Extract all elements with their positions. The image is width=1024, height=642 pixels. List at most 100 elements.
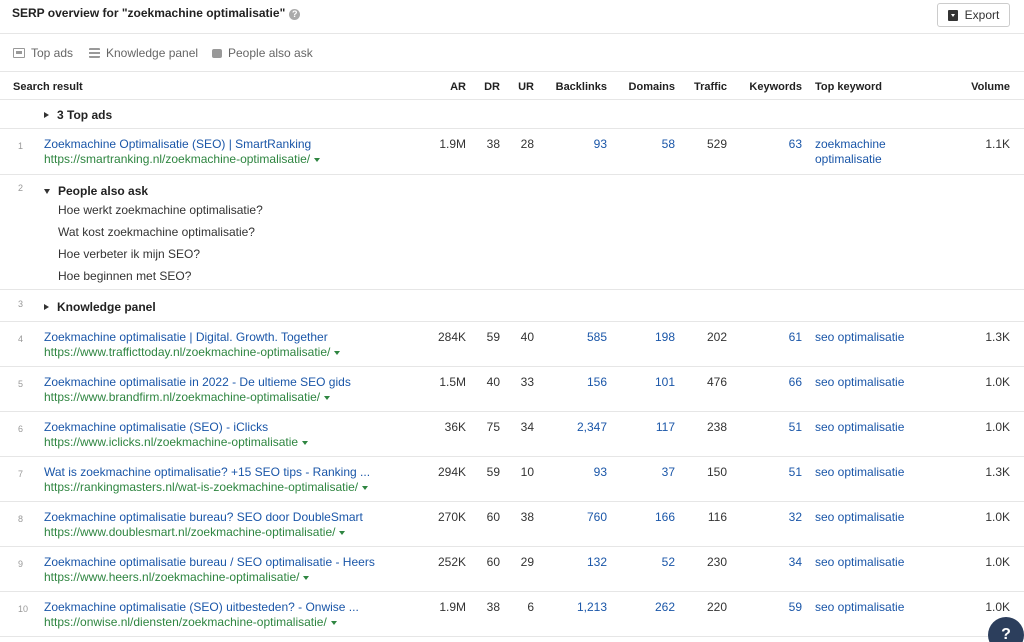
- domains-link[interactable]: 101: [612, 375, 675, 389]
- chevron-down-icon[interactable]: [303, 576, 310, 580]
- keywords-link[interactable]: 32: [732, 510, 802, 524]
- col-domains[interactable]: Domains: [612, 81, 675, 93]
- result-url[interactable]: https://www.brandfirm.nl/zoekmachine-opt…: [44, 390, 331, 404]
- backlinks-link[interactable]: 1,213: [540, 600, 607, 614]
- result-title-link[interactable]: Zoekmachine optimalisatie in 2022 - De u…: [44, 375, 351, 389]
- result-url[interactable]: https://www.heers.nl/zoekmachine-optimal…: [44, 570, 310, 584]
- ur-value: 28: [520, 137, 534, 151]
- chevron-down-icon[interactable]: [302, 441, 309, 445]
- keywords-link[interactable]: 66: [732, 375, 802, 389]
- top-keyword-link[interactable]: seo optimalisatie: [815, 330, 904, 344]
- keywords-link[interactable]: 63: [732, 137, 802, 151]
- question-item[interactable]: Hoe beginnen met SEO?: [58, 269, 191, 283]
- filter-top-ads[interactable]: Top ads: [13, 46, 73, 60]
- keywords-link[interactable]: 59: [732, 600, 802, 614]
- row-index: 10: [18, 604, 29, 614]
- question-item[interactable]: Wat kost zoekmachine optimalisatie?: [58, 225, 255, 239]
- domains-link[interactable]: 262: [612, 600, 675, 614]
- chat-icon: [212, 48, 222, 58]
- col-traffic[interactable]: Traffic: [680, 81, 727, 93]
- filter-people-also-ask[interactable]: People also ask: [212, 46, 313, 60]
- ur-value: 29: [520, 555, 534, 569]
- question-item[interactable]: Hoe verbeter ik mijn SEO?: [58, 247, 200, 261]
- result-title-link[interactable]: Wat is zoekmachine optimalisatie? +15 SE…: [44, 465, 370, 479]
- backlinks-link[interactable]: 156: [540, 375, 607, 389]
- backlinks-link[interactable]: 132: [540, 555, 607, 569]
- ar-value: 252K: [437, 555, 466, 569]
- ur-value: 40: [520, 330, 534, 344]
- knowledge-panel-row[interactable]: 3 Knowledge panel: [0, 290, 1024, 322]
- chevron-down-icon[interactable]: [324, 396, 331, 400]
- result-url[interactable]: https://onwise.nl/diensten/zoekmachine-o…: [44, 615, 337, 629]
- col-volume[interactable]: Volume: [950, 81, 1010, 93]
- keywords-link[interactable]: 61: [732, 330, 802, 344]
- col-backlinks[interactable]: Backlinks: [540, 81, 607, 93]
- traffic-value: 202: [706, 330, 727, 344]
- top-ads-row[interactable]: 3 Top ads: [0, 100, 1024, 129]
- top-keyword-link[interactable]: seo optimalisatie: [815, 600, 904, 614]
- row-index: 8: [18, 514, 24, 524]
- result-title-link[interactable]: Zoekmachine optimalisatie bureau? SEO do…: [44, 510, 363, 524]
- chevron-down-icon[interactable]: [330, 621, 337, 625]
- domains-link[interactable]: 198: [612, 330, 675, 344]
- result-title-link[interactable]: Zoekmachine optimalisatie (SEO) uitbeste…: [44, 600, 359, 614]
- chevron-down-icon[interactable]: [334, 351, 341, 355]
- domains-link[interactable]: 37: [612, 465, 675, 479]
- result-title-link[interactable]: Zoekmachine Optimalisatie (SEO) | SmartR…: [44, 137, 311, 151]
- col-dr[interactable]: DR: [470, 81, 500, 93]
- domains-link[interactable]: 52: [612, 555, 675, 569]
- row-index: 1: [18, 141, 24, 151]
- keywords-link[interactable]: 34: [732, 555, 802, 569]
- result-title-link[interactable]: Zoekmachine optimalisatie bureau / SEO o…: [44, 555, 375, 569]
- result-url[interactable]: https://www.iclicks.nl/zoekmachine-optim…: [44, 435, 309, 449]
- result-title-link[interactable]: Zoekmachine optimalisatie (SEO) - iClick…: [44, 420, 268, 434]
- col-search-result[interactable]: Search result: [13, 81, 83, 93]
- result-url[interactable]: https://rankingmasters.nl/wat-is-zoekmac…: [44, 480, 369, 494]
- domains-link[interactable]: 117: [612, 420, 675, 434]
- ur-value: 34: [520, 420, 534, 434]
- keywords-link[interactable]: 51: [732, 465, 802, 479]
- table-row: 8 Zoekmachine optimalisatie bureau? SEO d…: [0, 502, 1024, 547]
- chevron-down-icon[interactable]: [362, 486, 369, 490]
- top-keyword-link[interactable]: zoekmachine optimalisatie: [815, 137, 915, 167]
- result-url-text: https://www.heers.nl/zoekmachine-optimal…: [44, 570, 300, 584]
- domains-link[interactable]: 166: [612, 510, 675, 524]
- result-title-link[interactable]: Zoekmachine optimalisatie | Digital. Gro…: [44, 330, 328, 344]
- filter-label: Top ads: [31, 46, 74, 60]
- keywords-link[interactable]: 51: [732, 420, 802, 434]
- knowledge-panel-toggle[interactable]: Knowledge panel: [44, 300, 156, 314]
- top-keyword-link[interactable]: seo optimalisatie: [815, 465, 904, 479]
- result-url-text: https://rankingmasters.nl/wat-is-zoekmac…: [44, 480, 359, 494]
- help-icon[interactable]: ?: [289, 9, 301, 20]
- top-keyword-link[interactable]: seo optimalisatie: [815, 375, 904, 389]
- top-keyword-link[interactable]: seo optimalisatie: [815, 510, 904, 524]
- backlinks-link[interactable]: 93: [540, 465, 607, 479]
- people-also-ask-toggle[interactable]: People also ask: [44, 184, 148, 198]
- filter-label: People also ask: [228, 46, 313, 60]
- domains-link[interactable]: 58: [612, 137, 675, 151]
- traffic-value: 529: [706, 137, 727, 151]
- top-keyword-link[interactable]: seo optimalisatie: [815, 420, 904, 434]
- backlinks-link[interactable]: 760: [540, 510, 607, 524]
- filter-knowledge-panel[interactable]: Knowledge panel: [89, 46, 198, 60]
- result-url[interactable]: https://smartranking.nl/zoekmachine-opti…: [44, 152, 321, 166]
- result-url-text: https://smartranking.nl/zoekmachine-opti…: [44, 152, 311, 166]
- backlinks-link[interactable]: 93: [540, 137, 607, 151]
- col-ur[interactable]: UR: [504, 81, 534, 93]
- page-title-text: SERP overview for "zoekmachine optimalis…: [12, 6, 286, 20]
- chevron-down-icon[interactable]: [339, 531, 346, 535]
- table-row: 4 Zoekmachine optimalisatie | Digital. Gr…: [0, 322, 1024, 367]
- export-button[interactable]: Export: [937, 3, 1010, 27]
- backlinks-link[interactable]: 2,347: [540, 420, 607, 434]
- chevron-down-icon[interactable]: [314, 158, 321, 162]
- question-item[interactable]: Hoe werkt zoekmachine optimalisatie?: [58, 203, 263, 217]
- col-ar[interactable]: AR: [430, 81, 466, 93]
- top-keyword-link[interactable]: seo optimalisatie: [815, 555, 904, 569]
- top-ads-toggle[interactable]: 3 Top ads: [44, 108, 112, 122]
- ur-value: 33: [520, 375, 534, 389]
- col-top-keyword[interactable]: Top keyword: [815, 81, 882, 93]
- result-url[interactable]: https://www.trafficttoday.nl/zoekmachine…: [44, 345, 341, 359]
- result-url[interactable]: https://www.doublesmart.nl/zoekmachine-o…: [44, 525, 346, 539]
- col-keywords[interactable]: Keywords: [732, 81, 802, 93]
- backlinks-link[interactable]: 585: [540, 330, 607, 344]
